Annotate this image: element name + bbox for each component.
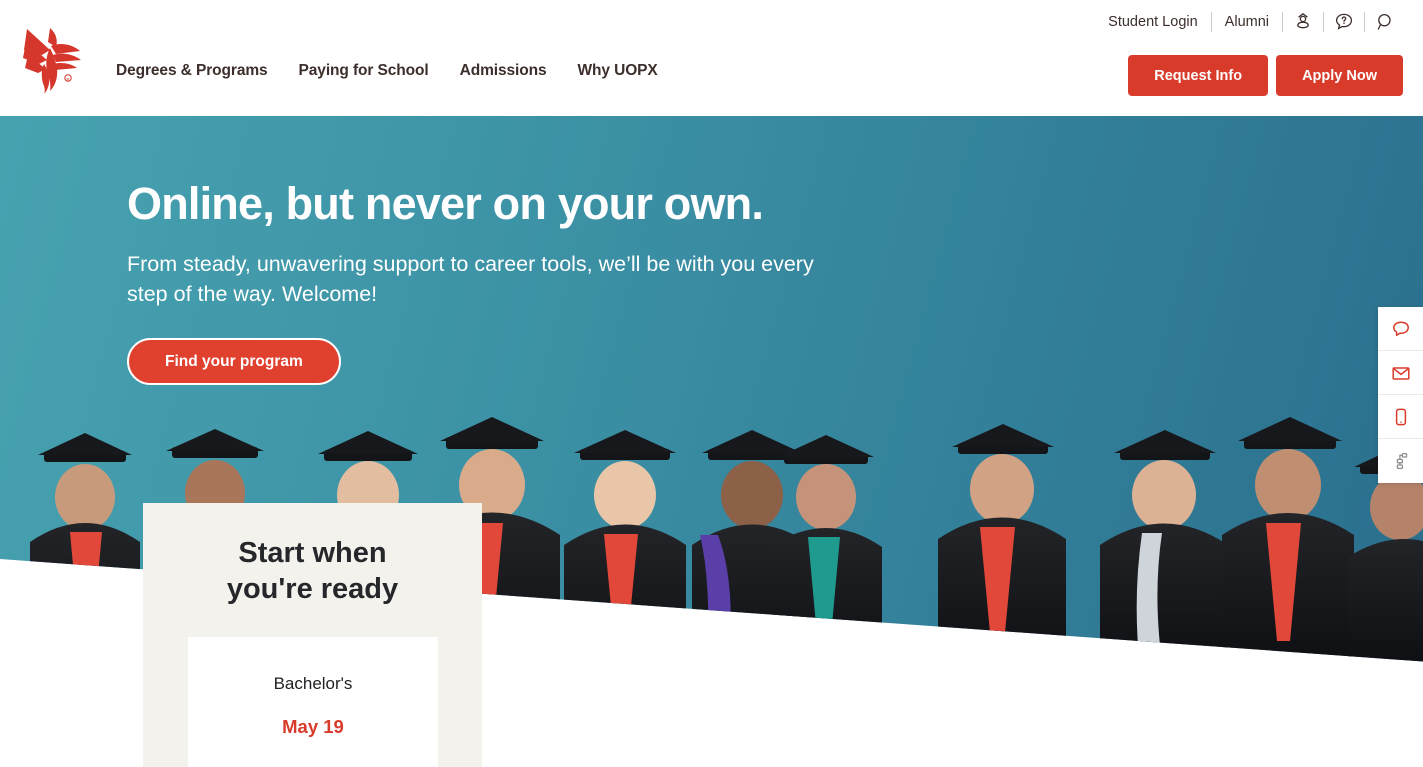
- main-navigation: Degrees & Programs Paying for School Adm…: [116, 62, 658, 80]
- hero-subheadline: From steady, unwavering support to caree…: [127, 251, 814, 307]
- utility-bar: Student Login Alumni: [1095, 8, 1405, 36]
- nav-item-degrees-programs[interactable]: Degrees & Programs: [116, 62, 268, 80]
- site-header: Student Login Alumni R Degrees & Program…: [0, 0, 1423, 116]
- start-card-start-date: May 19: [282, 716, 344, 737]
- contact-side-widget: [1378, 307, 1423, 483]
- page-root: Student Login Alumni R Degrees & Program…: [0, 0, 1423, 767]
- help-chat-icon[interactable]: [1324, 8, 1364, 36]
- uopx-phoenix-logo[interactable]: R: [20, 20, 86, 96]
- hero-copy: Online, but never on your own. From stea…: [127, 178, 887, 385]
- start-card-title: Start when you're ready: [226, 537, 399, 606]
- nav-item-paying-for-school[interactable]: Paying for School: [299, 62, 429, 80]
- search-icon[interactable]: [1365, 8, 1405, 36]
- apply-now-button[interactable]: Apply Now: [1276, 55, 1403, 96]
- share-icon[interactable]: [1378, 439, 1423, 483]
- nav-item-why-uopx[interactable]: Why UOPX: [577, 62, 657, 80]
- alumni-link[interactable]: Alumni: [1212, 8, 1282, 36]
- find-your-program-button[interactable]: Find your program: [127, 337, 341, 385]
- email-icon[interactable]: [1378, 351, 1423, 395]
- header-cta-group: Request Info Apply Now: [1128, 55, 1403, 96]
- start-card-program-panel: Bachelor's May 19: [188, 637, 438, 767]
- nav-item-admissions[interactable]: Admissions: [460, 62, 547, 80]
- svg-text:R: R: [66, 77, 70, 82]
- hero-headline: Online, but never on your own.: [127, 178, 764, 229]
- request-info-button[interactable]: Request Info: [1128, 55, 1269, 96]
- location-pin-icon[interactable]: [1283, 8, 1323, 36]
- start-card-degree-level: Bachelor's: [273, 674, 353, 693]
- start-when-ready-card: Start when you're ready Bachelor's May 1…: [143, 503, 482, 767]
- student-login-link[interactable]: Student Login: [1095, 8, 1211, 36]
- mobile-icon[interactable]: [1378, 395, 1423, 439]
- chat-icon[interactable]: [1378, 307, 1423, 351]
